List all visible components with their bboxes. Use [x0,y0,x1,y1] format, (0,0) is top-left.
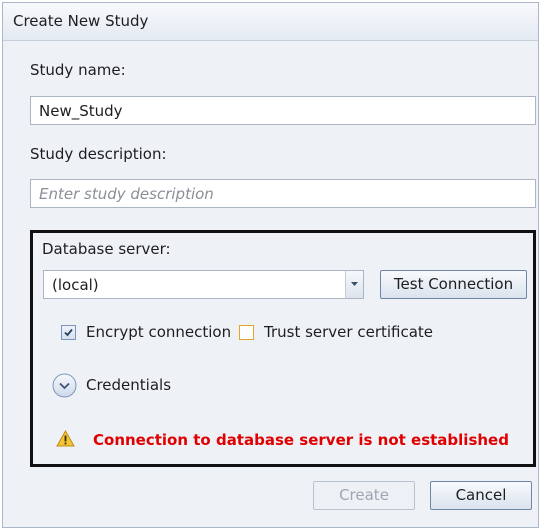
database-server-value: (local) [52,276,99,294]
chevron-down-icon [52,373,77,398]
encrypt-connection-label: Encrypt connection [86,323,232,341]
checkmark-icon [64,328,73,337]
create-button[interactable]: Create [313,481,415,510]
dialog-title: Create New Study [13,12,149,30]
study-description-label: Study description: [30,145,167,163]
database-server-select[interactable]: (local) [43,270,364,299]
study-description-placeholder: Enter study description [39,185,214,203]
dialog-titlebar: Create New Study [3,3,538,41]
create-study-dialog: Create New Study Study name: New_Study S… [2,2,539,528]
trust-server-certificate-label: Trust server certificate [264,323,434,341]
database-server-panel: Database server: (local) Test Connection… [30,230,536,467]
study-description-input[interactable]: Enter study description [30,179,536,208]
study-name-label: Study name: [30,61,126,79]
credentials-label[interactable]: Credentials [86,376,171,394]
credentials-expand-button[interactable] [52,373,77,398]
test-connection-button[interactable]: Test Connection [380,270,527,299]
connection-status-message: Connection to database server is not est… [93,431,509,449]
database-server-label: Database server: [42,240,171,258]
study-name-value: New_Study [39,102,123,120]
warning-icon [56,429,75,451]
encrypt-connection-checkbox[interactable] [61,325,76,340]
study-name-input[interactable]: New_Study [30,96,536,125]
trust-server-certificate-checkbox[interactable] [239,325,254,340]
cancel-button[interactable]: Cancel [430,481,532,510]
dropdown-arrow-icon[interactable] [345,271,363,298]
